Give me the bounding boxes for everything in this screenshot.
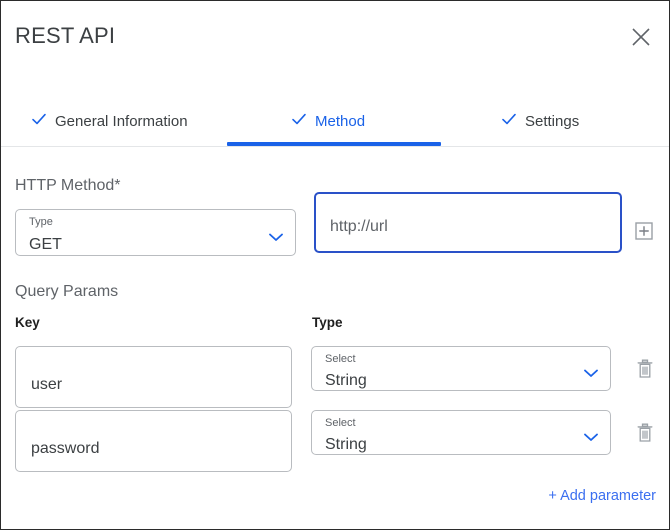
rest-api-dialog: REST API General Information <box>0 0 670 530</box>
close-button[interactable] <box>625 21 657 53</box>
tab-baseline <box>1 146 669 147</box>
column-header-key: Key <box>15 315 40 330</box>
chevron-down-icon <box>584 365 598 383</box>
field-label: Select <box>325 354 356 365</box>
tab-method[interactable]: Method <box>291 97 365 145</box>
field-label: Select <box>325 418 356 429</box>
field-value: GET <box>29 237 62 253</box>
check-icon <box>31 111 47 132</box>
close-icon <box>630 26 652 48</box>
page-title: REST API <box>15 23 115 49</box>
chevron-down-icon <box>269 229 283 247</box>
add-parameter-link[interactable]: + Add parameter <box>548 488 656 504</box>
field-label: Type <box>29 217 53 228</box>
chevron-down-icon <box>584 429 598 447</box>
param-key-input[interactable]: password <box>15 410 292 472</box>
field-value: String <box>325 373 367 389</box>
tab-bar: General Information Method Settings <box>1 97 669 147</box>
param-key-input[interactable]: user <box>15 346 292 408</box>
tab-settings[interactable]: Settings <box>501 97 579 145</box>
param-key-value: user <box>31 377 62 393</box>
plus-square-icon <box>635 227 653 244</box>
field-value: String <box>325 437 367 453</box>
tab-label: General Information <box>55 113 188 130</box>
dialog-header: REST API <box>1 1 669 73</box>
delete-param-button[interactable] <box>635 422 655 444</box>
add-url-button[interactable] <box>635 222 653 240</box>
tab-label: Method <box>315 113 365 130</box>
http-method-type-select[interactable]: Type GET <box>15 209 296 256</box>
check-icon <box>501 111 517 132</box>
check-icon <box>291 111 307 132</box>
column-header-type: Type <box>312 315 343 330</box>
param-type-select[interactable]: Select String <box>311 346 611 391</box>
trash-icon <box>635 431 655 448</box>
active-tab-indicator <box>227 142 441 146</box>
url-input-value: http://url <box>330 219 388 235</box>
param-key-value: password <box>31 441 99 457</box>
url-input[interactable]: http://url <box>314 192 622 253</box>
query-params-heading: Query Params <box>15 283 118 301</box>
param-type-select[interactable]: Select String <box>311 410 611 455</box>
delete-param-button[interactable] <box>635 358 655 380</box>
tab-general-information[interactable]: General Information <box>31 97 188 145</box>
trash-icon <box>635 367 655 384</box>
http-method-heading: HTTP Method* <box>15 177 121 195</box>
tab-label: Settings <box>525 113 579 130</box>
